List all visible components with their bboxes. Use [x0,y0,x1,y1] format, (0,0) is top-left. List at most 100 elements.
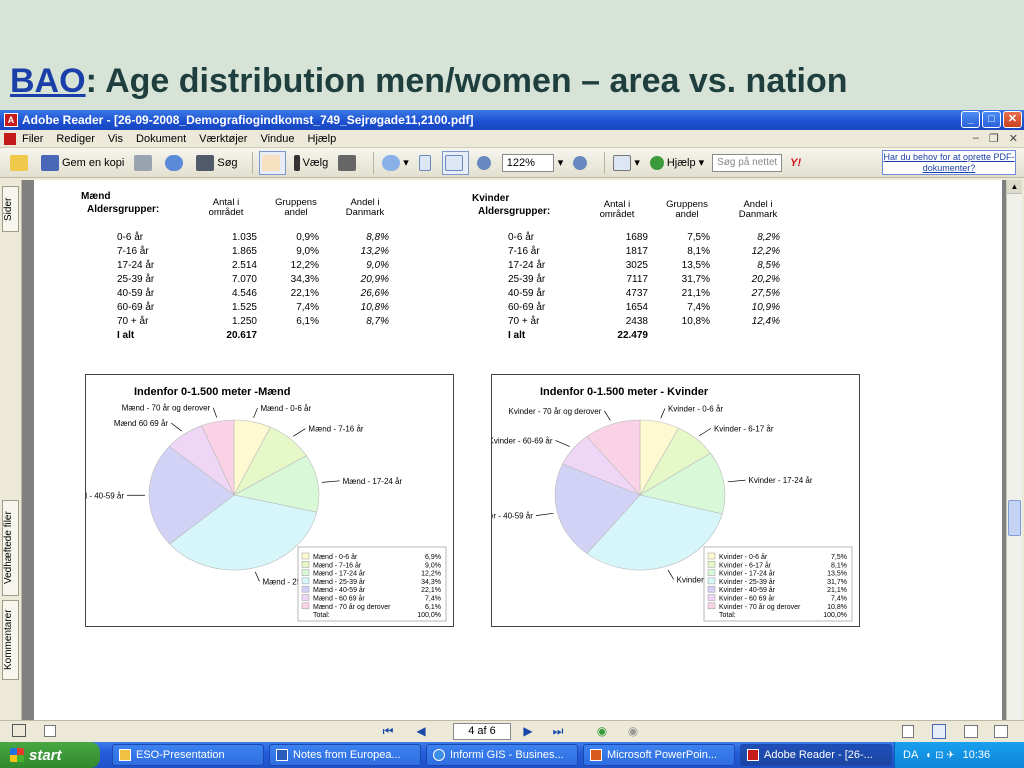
continuous-page-icon[interactable] [932,724,946,739]
page-layout-button[interactable]: ▾ [611,151,642,175]
pdf-page: Mænd Aldersgrupper: Antal i området Grup… [34,180,1002,720]
cell-count: 4737 [625,288,648,299]
snapshot-button[interactable] [336,151,361,175]
menu-vindue[interactable]: Vindue [260,133,294,145]
menu-hjaelp[interactable]: Hjælp [308,133,337,145]
fit-page-button[interactable] [417,151,436,175]
scroll-thumb[interactable] [1008,500,1021,536]
task-powerpoint[interactable]: Microsoft PowerPoin... [583,744,735,766]
fit-page-icon [418,154,431,171]
legend-label: Kvinder - 0-6 år [719,553,768,561]
scroll-up-icon[interactable]: ▲ [1007,180,1022,194]
back-button[interactable]: ◉ [594,724,610,739]
zoom-level-input[interactable]: 122% [501,153,554,172]
doc-minimize-icon[interactable]: – [973,132,979,145]
women-table: Kvinder Aldersgrupper: Antal i området G… [472,192,802,362]
maximize-button[interactable]: □ [982,111,1001,128]
minimize-panel-icon[interactable] [44,725,56,737]
fit-width-button[interactable] [441,150,469,175]
cell-group: 10,8% [681,316,710,327]
fit-width-icon [444,154,463,171]
cell-count: 4.546 [231,288,257,299]
cell-age: 60-69 år [508,302,546,313]
bao-link[interactable]: BAO [10,62,86,100]
tray-icons[interactable]: ◐ ⊡ ✈ [926,750,954,761]
doc-restore-icon[interactable]: ❐ [989,132,999,145]
cell-group: 6,1% [296,316,319,327]
slice-leader-line [604,410,611,421]
select-tool-button[interactable]: Vælg [292,151,331,175]
task-informi-gis[interactable]: Informi GIS - Busines... [426,744,578,766]
close-button[interactable]: ✕ [1003,111,1022,128]
zoom-dropdown-icon[interactable]: ▾ [558,156,564,169]
table-row: 0-6 år 1.035 0,9% 8,8% [117,232,417,246]
start-button[interactable]: start [0,742,100,768]
print-button[interactable] [132,151,157,175]
prev-page-button[interactable]: ◀ [413,724,429,739]
window-titlebar[interactable]: A Adobe Reader - [26-09-2008_Demografiog… [0,110,1024,130]
last-page-button[interactable]: ⏭ [550,724,566,739]
web-search-input[interactable]: Søg på nettet [712,153,783,172]
page-number-input[interactable]: 4 af 6 [453,723,511,740]
first-page-button[interactable]: ⏮ [380,724,396,739]
search-label: Søg [217,156,238,169]
slice-label: Mænd 60 69 år [114,419,169,428]
legend-value: 12,2% [421,571,441,578]
minimize-button[interactable]: _ [961,111,980,128]
zoom-in-button[interactable] [571,151,592,175]
language-indicator[interactable]: DA [903,749,918,761]
cell-age: 70 + år [117,316,149,327]
forward-button[interactable]: ◉ [625,724,641,739]
cell-count: 7.070 [231,274,257,285]
slice-label: Kvinder - 17-24 år [748,476,812,485]
cell-dk: 13,2% [360,246,389,257]
zoom-out-button[interactable] [475,151,496,175]
next-page-button[interactable]: ▶ [520,724,536,739]
facing-page-icon[interactable] [964,725,978,738]
menu-rediger[interactable]: Rediger [56,133,95,145]
slide-title-text: : Age distribution men/women – area vs. … [85,62,848,100]
doc-close-icon[interactable]: ✕ [1009,132,1018,145]
chart-title: Indenfor 0-1.500 meter -Mænd [134,386,290,398]
search-button[interactable]: Søg [194,151,239,175]
cell-dk: 8,8% [366,232,389,243]
menu-dokument[interactable]: Dokument [136,133,186,145]
menu-filer[interactable]: Filer [22,133,43,145]
total-label: I alt [508,330,526,341]
task-adobe-reader[interactable]: Adobe Reader - [26-... [740,744,892,766]
slice-label: Kvinder - 40-59 år [492,512,533,521]
help-icon [649,155,664,170]
legend-total-label: Total: [313,612,330,619]
create-pdf-link[interactable]: Har du behov for at oprette PDF-dokument… [882,150,1016,175]
menu-vaerktoejer[interactable]: Værktøjer [199,133,247,145]
cell-group: 12,2% [290,260,319,271]
legend-value: 10,8% [827,604,847,611]
camera-icon [338,154,357,171]
help-button[interactable]: Hjælp ▾ [648,151,706,175]
select-label: Vælg [302,156,329,169]
tab-pages[interactable]: Sider [2,186,19,232]
tab-comments[interactable]: Kommentarer [2,600,19,680]
men-header-count: Antal i området [208,197,244,218]
legend-value: 7,4% [831,596,847,603]
cell-group: 21,1% [681,288,710,299]
zoom-in-tool-button[interactable]: ▾ [380,151,411,175]
email-button[interactable] [163,151,188,175]
open-button[interactable] [8,151,33,175]
panel-toggle-icon[interactable] [12,724,26,737]
slice-leader-line [555,440,570,447]
yahoo-icon[interactable]: Y! [790,157,801,169]
cell-group: 9,0% [296,246,319,257]
printer-icon [134,154,153,171]
hand-tool-button[interactable] [258,150,286,175]
menu-vis[interactable]: Vis [108,133,123,145]
legend-swatch [707,585,716,593]
continuous-facing-icon[interactable] [994,725,1008,738]
single-page-icon[interactable] [902,725,914,738]
cell-dk: 8,7% [366,316,389,327]
tab-attachments[interactable]: Vedhæftede filer [2,500,19,596]
task-eso-presentation[interactable]: ESO-Presentation [112,744,264,766]
vertical-scrollbar[interactable]: ▲ [1006,180,1022,720]
task-notes[interactable]: Notes from Europea... [269,744,421,766]
save-copy-button[interactable]: Gem en kopi [39,151,126,175]
